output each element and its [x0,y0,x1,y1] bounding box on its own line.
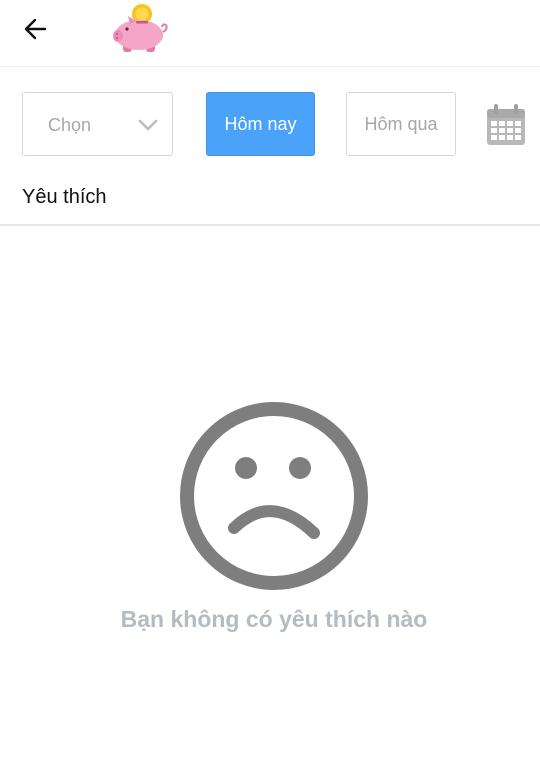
calendar-button[interactable] [485,103,527,147]
chevron-down-icon [138,119,158,131]
yesterday-button[interactable]: Hôm qua [346,92,456,156]
calendar-icon [487,104,525,145]
period-select-label: Chọn [48,115,92,135]
today-button[interactable]: Hôm nay [206,92,315,156]
favorites-title: Yêu thích [22,186,107,208]
arrow-left-icon [24,18,47,40]
empty-favorites-message: Bạn không có yêu thích nào [120,606,428,632]
sad-face-icon [180,402,368,590]
back-button[interactable] [18,12,54,48]
section-divider [0,224,540,226]
piggy-bank-icon [113,4,168,52]
date-filter-bar: Chọn Hôm nay Hôm qua [0,90,540,160]
period-select[interactable]: Chọn [22,92,173,156]
app-header [0,0,540,67]
